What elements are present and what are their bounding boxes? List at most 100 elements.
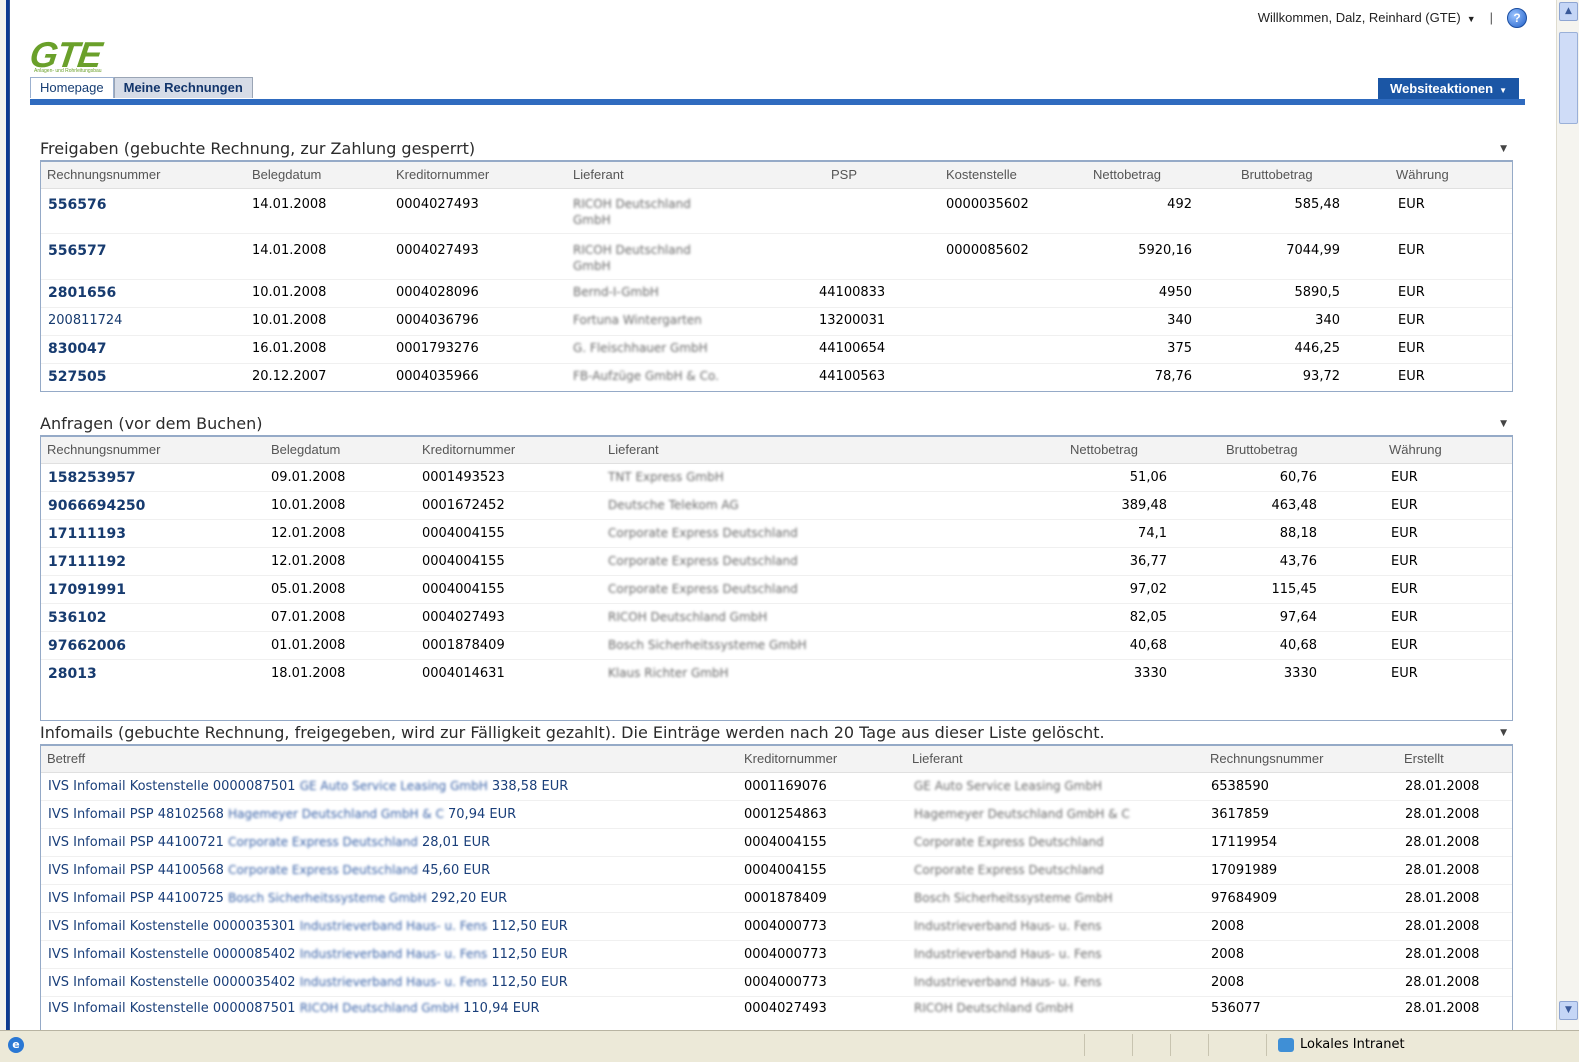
col-header-belegdatum[interactable]: Belegdatum — [271, 442, 340, 457]
col-header-lieferant[interactable]: Lieferant — [912, 751, 963, 766]
betreff-lieferant[interactable]: Hagemeyer Deutschland GmbH & C — [228, 807, 444, 821]
betreff-link[interactable]: IVS Infomail Kostenstelle 0000087501 GE … — [48, 779, 568, 794]
col-header-rechnungsnummer[interactable]: Rechnungsnummer — [1210, 751, 1323, 766]
invoice-number-link[interactable]: 28013 — [48, 666, 97, 682]
betreff-prefix[interactable]: IVS Infomail Kostenstelle 0000035301 — [48, 919, 296, 934]
invoice-number-link[interactable]: 830047 — [48, 341, 106, 357]
invoice-number-link[interactable]: 556577 — [48, 243, 106, 259]
belegdatum: 12.01.2008 — [271, 526, 346, 541]
col-header-kreditornummer[interactable]: Kreditornummer — [396, 167, 489, 182]
betreff-amount[interactable]: 112,50 EUR — [491, 947, 567, 962]
betreff-amount[interactable]: 112,50 EUR — [491, 975, 567, 990]
betreff-lieferant[interactable]: Industrieverband Haus- u. Fens — [300, 975, 488, 989]
help-icon[interactable]: ? — [1507, 8, 1527, 28]
col-header-bruttobetrag[interactable]: Bruttobetrag — [1241, 167, 1313, 182]
chevron-down-icon[interactable]: ▼ — [1467, 14, 1476, 24]
betreff-prefix[interactable]: IVS Infomail PSP 48102568 — [48, 807, 224, 822]
welcome-menu[interactable]: Willkommen, Dalz, Reinhard (GTE) ▼ | — [1258, 10, 1501, 25]
betreff-link[interactable]: IVS Infomail PSP 48102568 Hagemeyer Deut… — [48, 807, 516, 822]
invoice-number-link[interactable]: 17111192 — [48, 554, 126, 570]
betreff-prefix[interactable]: IVS Infomail Kostenstelle 0000085402 — [48, 947, 296, 962]
invoice-number-link[interactable]: 9066694250 — [48, 498, 145, 514]
invoice-number-link[interactable]: 158253957 — [48, 470, 136, 486]
welcome-text[interactable]: Willkommen, Dalz, Reinhard (GTE) — [1258, 10, 1461, 25]
scroll-thumb[interactable] — [1559, 32, 1578, 124]
betreff-lieferant[interactable]: Industrieverband Haus- u. Fens — [300, 947, 488, 961]
col-header-belegdatum[interactable]: Belegdatum — [252, 167, 321, 182]
betreff-amount[interactable]: 45,60 EUR — [422, 863, 490, 878]
tab-meine-rechnungen[interactable]: Meine Rechnungen — [113, 77, 253, 98]
col-header-kreditornummer[interactable]: Kreditornummer — [422, 442, 515, 457]
betreff-prefix[interactable]: IVS Infomail PSP 44100725 — [48, 891, 224, 906]
invoice-number-link[interactable]: 17111193 — [48, 526, 126, 542]
col-header-waehrung[interactable]: Währung — [1396, 167, 1449, 182]
freigaben-rows: 556576 14.01.2008 0004027493 RICOH Deuts… — [41, 189, 1512, 391]
col-header-psp[interactable]: PSP — [831, 167, 857, 182]
betreff-link[interactable]: IVS Infomail PSP 44100725 Bosch Sicherhe… — [48, 891, 507, 906]
betreff-lieferant[interactable]: Corporate Express Deutschland — [228, 863, 418, 877]
nettobetrag: 74,1 — [1138, 526, 1167, 541]
col-header-rechnungsnummer[interactable]: Rechnungsnummer — [47, 167, 160, 182]
col-header-kostenstelle[interactable]: Kostenstelle — [946, 167, 1017, 182]
invoice-number-link[interactable]: 17091991 — [48, 582, 126, 598]
betreff-link[interactable]: IVS Infomail Kostenstelle 0000035301 Ind… — [48, 919, 568, 934]
betreff-prefix[interactable]: IVS Infomail Kostenstelle 0000087501 — [48, 1001, 296, 1016]
table-header: Betreff Kreditornummer Lieferant Rechnun… — [41, 746, 1512, 773]
tab-homepage[interactable]: Homepage — [30, 77, 114, 98]
bruttobetrag: 446,25 — [1294, 341, 1341, 356]
webpart-menu-icon[interactable]: ▼ — [1500, 138, 1507, 160]
betreff-link[interactable]: IVS Infomail Kostenstelle 0000085402 Ind… — [48, 947, 568, 962]
site-actions-label[interactable]: Websiteaktionen — [1390, 81, 1493, 96]
col-header-kreditornummer[interactable]: Kreditornummer — [744, 751, 837, 766]
nettobetrag: 40,68 — [1129, 638, 1167, 653]
invoice-number-link[interactable]: 200811724 — [48, 313, 122, 328]
col-header-betreff[interactable]: Betreff — [47, 751, 85, 766]
webpart-menu-icon[interactable]: ▼ — [1500, 413, 1507, 435]
betreff-lieferant[interactable]: RICOH Deutschland GmbH — [300, 1001, 459, 1015]
lieferant: Corporate Express Deutschland — [608, 526, 798, 540]
col-header-nettobetrag[interactable]: Nettobetrag — [1070, 442, 1138, 457]
betreff-link[interactable]: IVS Infomail Kostenstelle 0000087501 RIC… — [48, 1001, 540, 1016]
betreff-lieferant[interactable]: GE Auto Service Leasing GmbH — [300, 779, 488, 793]
security-zone[interactable]: Lokales Intranet — [1278, 1034, 1405, 1056]
status-divider — [1170, 1034, 1171, 1056]
betreff-lieferant[interactable]: Industrieverband Haus- u. Fens — [300, 919, 488, 933]
betreff-prefix[interactable]: IVS Infomail PSP 44100568 — [48, 863, 224, 878]
col-header-rechnungsnummer[interactable]: Rechnungsnummer — [47, 442, 160, 457]
betreff-link[interactable]: IVS Infomail PSP 44100568 Corporate Expr… — [48, 863, 490, 878]
site-actions-menu[interactable]: Websiteaktionen ▼ — [1378, 78, 1519, 99]
betreff-amount[interactable]: 292,20 EUR — [431, 891, 507, 906]
invoice-number-link[interactable]: 2801656 — [48, 285, 116, 301]
betreff-link[interactable]: IVS Infomail PSP 44100721 Corporate Expr… — [48, 835, 490, 850]
betreff-prefix[interactable]: IVS Infomail Kostenstelle 0000035402 — [48, 975, 296, 990]
betreff-prefix[interactable]: IVS Infomail Kostenstelle 0000087501 — [48, 779, 296, 794]
invoice-number-link[interactable]: 556576 — [48, 197, 106, 213]
invoice-number-link[interactable]: 527505 — [48, 369, 106, 385]
betreff-amount[interactable]: 28,01 EUR — [422, 835, 490, 850]
invoice-number-link[interactable]: 536102 — [48, 610, 106, 626]
col-header-erstellt[interactable]: Erstellt — [1404, 751, 1444, 766]
intranet-icon — [1278, 1037, 1294, 1052]
betreff-prefix[interactable]: IVS Infomail PSP 44100721 — [48, 835, 224, 850]
betreff-lieferant[interactable]: Corporate Express Deutschland — [228, 835, 418, 849]
betreff-lieferant[interactable]: Bosch Sicherheitssysteme GmbH — [228, 891, 427, 905]
scroll-up-icon[interactable]: ▲ — [1559, 2, 1578, 21]
nettobetrag: 5920,16 — [1138, 243, 1192, 258]
col-header-lieferant[interactable]: Lieferant — [608, 442, 659, 457]
betreff-amount[interactable]: 70,94 EUR — [448, 807, 516, 822]
col-header-lieferant[interactable]: Lieferant — [573, 167, 624, 182]
col-header-waehrung[interactable]: Währung — [1389, 442, 1442, 457]
betreff-amount[interactable]: 338,58 EUR — [492, 779, 568, 794]
chevron-down-icon[interactable]: ▼ — [1499, 86, 1507, 95]
col-header-bruttobetrag[interactable]: Bruttobetrag — [1226, 442, 1298, 457]
scroll-down-icon[interactable]: ▼ — [1559, 1001, 1578, 1020]
col-header-nettobetrag[interactable]: Nettobetrag — [1093, 167, 1161, 182]
invoice-number-link[interactable]: 97662006 — [48, 638, 126, 654]
table-row: IVS Infomail PSP 44100725 Bosch Sicherhe… — [41, 885, 1512, 913]
belegdatum: 14.01.2008 — [252, 243, 327, 258]
betreff-amount[interactable]: 110,94 EUR — [463, 1001, 539, 1016]
vertical-scrollbar[interactable]: ▲ ▼ — [1556, 0, 1579, 1030]
betreff-link[interactable]: IVS Infomail Kostenstelle 0000035402 Ind… — [48, 975, 568, 990]
betreff-amount[interactable]: 112,50 EUR — [491, 919, 567, 934]
webpart-menu-icon[interactable]: ▼ — [1500, 722, 1507, 744]
